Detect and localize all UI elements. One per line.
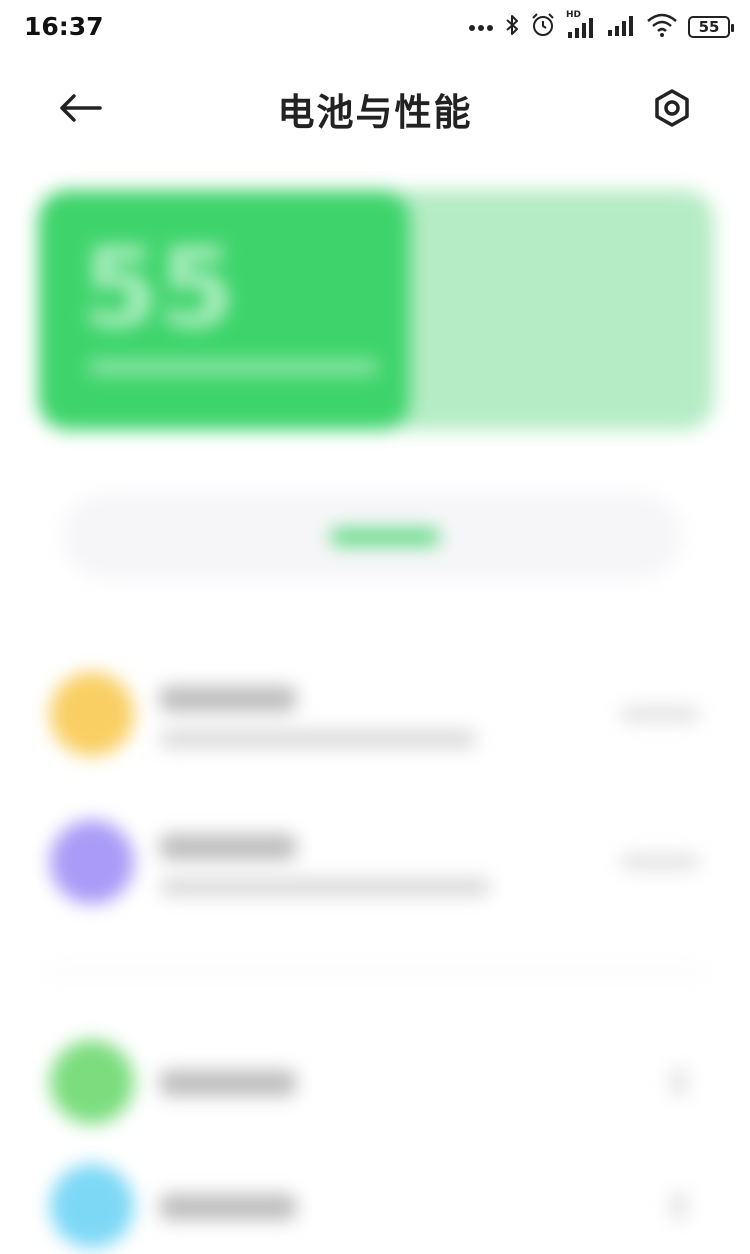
list-item-3-title [160,1070,296,1096]
list-item-1-subtitle [160,730,476,748]
list-item-2-title [160,834,296,860]
alarm-icon [530,12,556,42]
section-divider [44,970,708,973]
list-item-2[interactable] [50,820,700,910]
power-saving-button[interactable] [62,492,682,580]
settings-button[interactable] [644,80,700,136]
list-item-2-icon [50,820,134,904]
list-item-1[interactable] [50,672,700,762]
list-item-3-icon [50,1040,134,1124]
chevron-right-icon [670,1068,688,1096]
battery-level-card[interactable]: 55 [38,190,714,430]
list-item-2-value [620,854,700,870]
battery-icon: 55 [688,16,734,38]
list-item-4-title [160,1194,296,1220]
list-item-4[interactable] [50,1164,700,1254]
signal-icon [606,12,636,42]
list-item-1-icon [50,672,134,756]
status-time: 16:37 [24,12,104,41]
battery-percent: 55 [698,18,720,36]
power-saving-label [330,528,440,546]
list-item-4-icon [50,1164,134,1248]
bluetooth-icon [504,13,520,41]
list-item-1-title [160,686,296,712]
hd-signal-icon: HD [566,10,596,40]
title-bar: 电池与性能 [0,60,750,156]
list-item-2-subtitle [160,878,490,896]
list-item-1-value [620,706,700,722]
battery-status-line [88,360,378,374]
page-title: 电池与性能 [277,91,473,134]
list-item-3[interactable] [50,1040,700,1130]
status-icons: HD 55 [468,10,734,42]
chevron-right-icon [670,1192,688,1220]
settings-hexagon-icon [655,89,689,127]
wifi-icon [646,12,678,42]
battery-level-number: 55 [82,224,236,352]
status-bar: 16:37 HD 55 [0,0,750,56]
more-dots-icon [468,18,494,37]
